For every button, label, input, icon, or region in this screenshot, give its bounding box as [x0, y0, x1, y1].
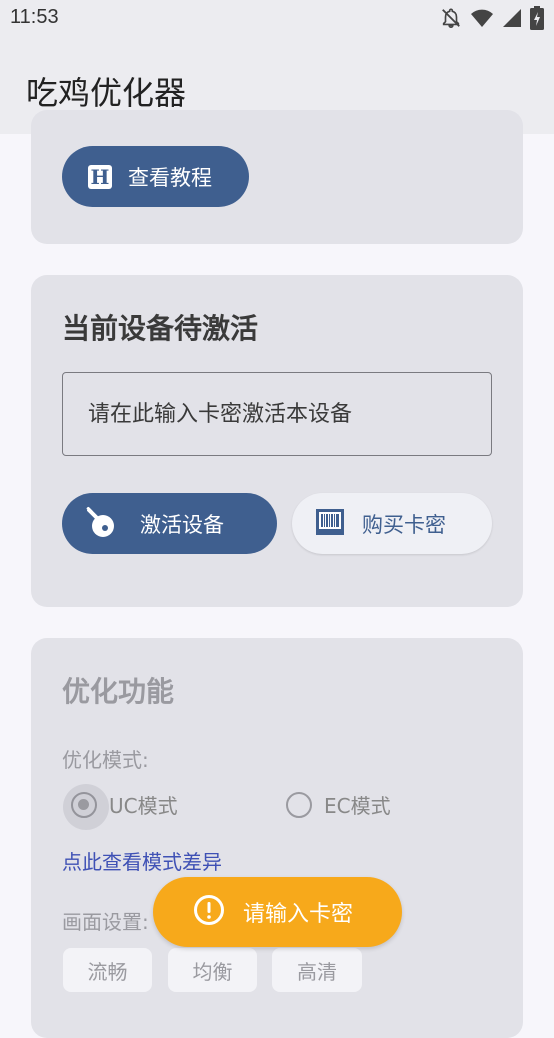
optimize-card: 优化功能 优化模式: UC模式 EC模式 点此查看模式差异 画面设置: 流畅 均…: [31, 638, 523, 1038]
uc-mode-label: UC模式: [109, 794, 178, 818]
optimize-title: 优化功能: [62, 675, 175, 708]
mode-diff-link[interactable]: 点此查看模式差异: [62, 846, 222, 875]
buy-card-button[interactable]: 购买卡密: [292, 493, 492, 554]
barcode-icon: [316, 508, 344, 539]
app-title: 吃鸡优化器: [26, 74, 187, 112]
activate-device-button[interactable]: 激活设备: [62, 493, 277, 554]
uc-mode-radio[interactable]: UC模式: [63, 783, 178, 830]
ec-mode-radio[interactable]: EC模式: [286, 790, 391, 819]
view-tutorial-label: 查看教程: [128, 165, 212, 190]
quality-label: 画面设置:: [62, 910, 149, 934]
status-time: 11:53: [10, 6, 59, 28]
radio-checked-icon: [63, 783, 109, 830]
alert-circle-icon: [193, 894, 225, 930]
quality-option-smooth[interactable]: 流畅: [63, 948, 152, 992]
signal-icon: [502, 8, 522, 28]
toast-message: 请输入卡密: [243, 902, 354, 927]
battery-icon: [530, 6, 544, 30]
quality-option-hd[interactable]: 高清: [272, 948, 362, 992]
mode-label: 优化模式:: [62, 748, 149, 772]
quality-option-balanced[interactable]: 均衡: [168, 948, 257, 992]
tutorial-card: H 查看教程: [31, 110, 523, 244]
activation-title: 当前设备待激活: [62, 312, 259, 345]
h-icon: H: [88, 164, 112, 189]
activate-device-label: 激活设备: [140, 512, 224, 537]
wifi-icon: [470, 7, 494, 29]
status-bar: 11:53: [0, 0, 554, 38]
ec-mode-label: EC模式: [324, 794, 391, 818]
key-icon: [84, 505, 118, 543]
toast: 请输入卡密: [153, 877, 402, 947]
card-code-input[interactable]: [62, 372, 492, 456]
buy-card-label: 购买卡密: [362, 512, 446, 537]
view-tutorial-button[interactable]: H 查看教程: [62, 146, 249, 207]
bell-off-icon: [440, 7, 462, 29]
activation-card: 当前设备待激活 激活设备 购买: [31, 275, 523, 607]
radio-unchecked-icon: [286, 791, 312, 818]
status-icons: [440, 6, 544, 30]
